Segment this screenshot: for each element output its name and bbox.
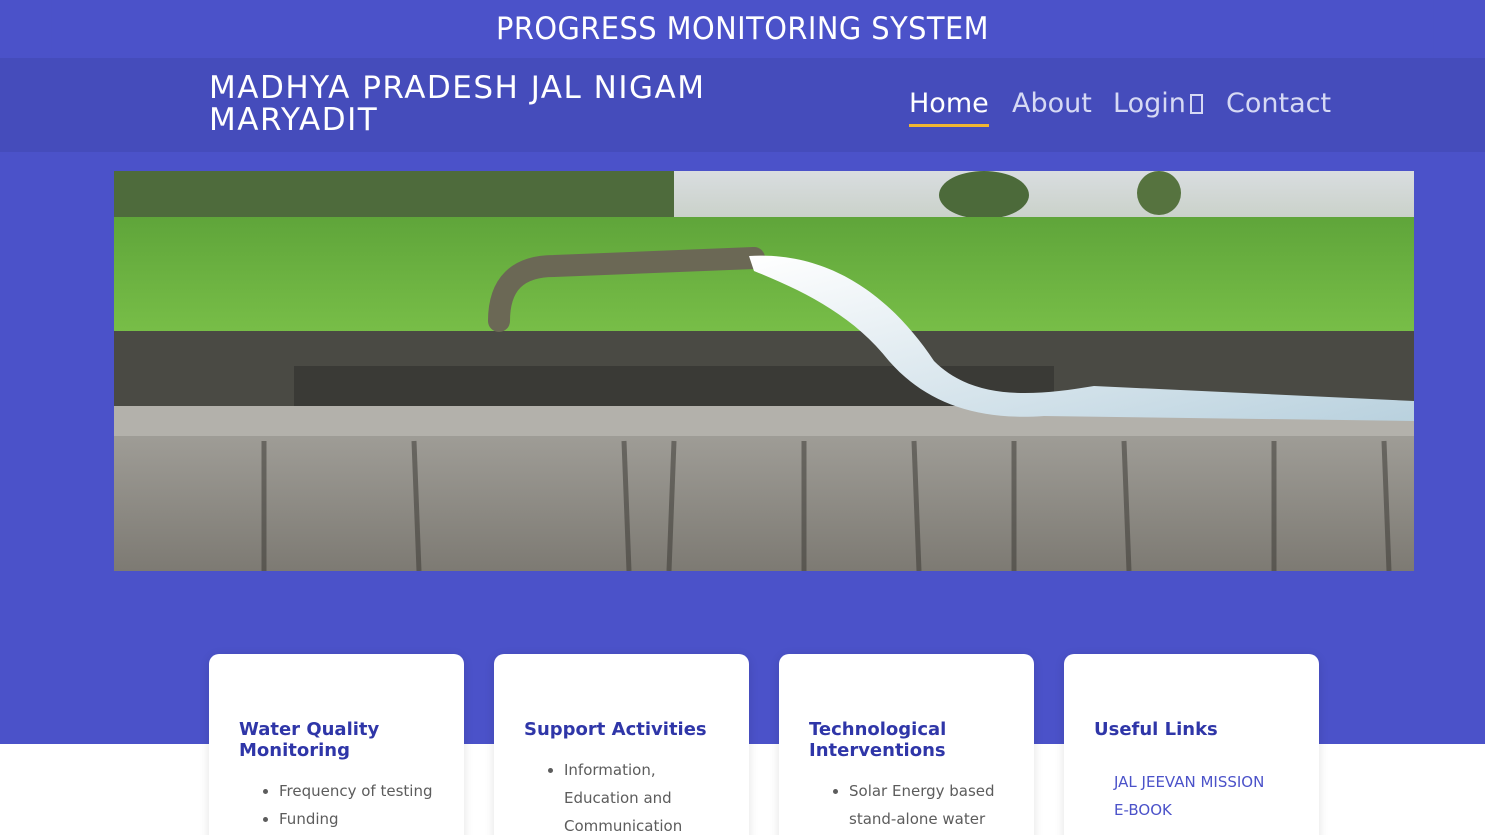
link-jal-jeevan-mission[interactable]: JAL JEEVAN MISSION: [1114, 768, 1289, 796]
card-water-quality: Water Quality Monitoring Frequency of te…: [209, 654, 464, 835]
water-pump-photo-illustration: [114, 171, 1414, 571]
card-technological-interventions: Technological Interventions Solar Energy…: [779, 654, 1034, 835]
nav-about[interactable]: About: [1012, 88, 1092, 124]
system-title: PROGRESS MONITORING SYSTEM: [51, 0, 1434, 58]
navbar: MADHYA PRADESH JAL NIGAM MARYADIT Home A…: [0, 58, 1485, 152]
nav-login[interactable]: Login: [1113, 88, 1203, 124]
card-list: Frequency of testing Funding: [239, 777, 434, 833]
main-nav: Home About Login Contact: [0, 58, 1485, 152]
card-useful-links: Useful Links JAL JEEVAN MISSION E-BOOK: [1064, 654, 1319, 835]
nav-contact[interactable]: Contact: [1226, 88, 1331, 124]
list-item: Frequency of testing: [279, 777, 434, 805]
nav-contact-label: Contact: [1226, 88, 1332, 119]
card-title: Water Quality Monitoring: [239, 719, 380, 761]
nav-home-label: Home: [909, 88, 989, 119]
card-list: Solar Energy based stand-alone water: [809, 777, 1004, 833]
card-title: Support Activities: [524, 719, 707, 740]
card-list: Information, Education and Communication…: [524, 756, 719, 835]
nav-about-label: About: [1012, 88, 1092, 119]
hero-image: [114, 171, 1414, 571]
useful-links-list: JAL JEEVAN MISSION E-BOOK: [1094, 768, 1289, 824]
card-title: Useful Links: [1094, 719, 1218, 740]
link-e-book[interactable]: E-BOOK: [1114, 796, 1289, 824]
nav-login-label: Login: [1113, 88, 1186, 119]
list-item: Information, Education and Communication…: [564, 756, 719, 835]
card-support-activities: Support Activities Information, Educatio…: [494, 654, 749, 835]
card-title: Technological Interventions: [809, 719, 947, 761]
login-icon: [1189, 94, 1203, 114]
list-item: Solar Energy based stand-alone water: [849, 777, 1004, 833]
nav-home[interactable]: Home: [909, 88, 989, 127]
list-item: Funding: [279, 805, 434, 833]
